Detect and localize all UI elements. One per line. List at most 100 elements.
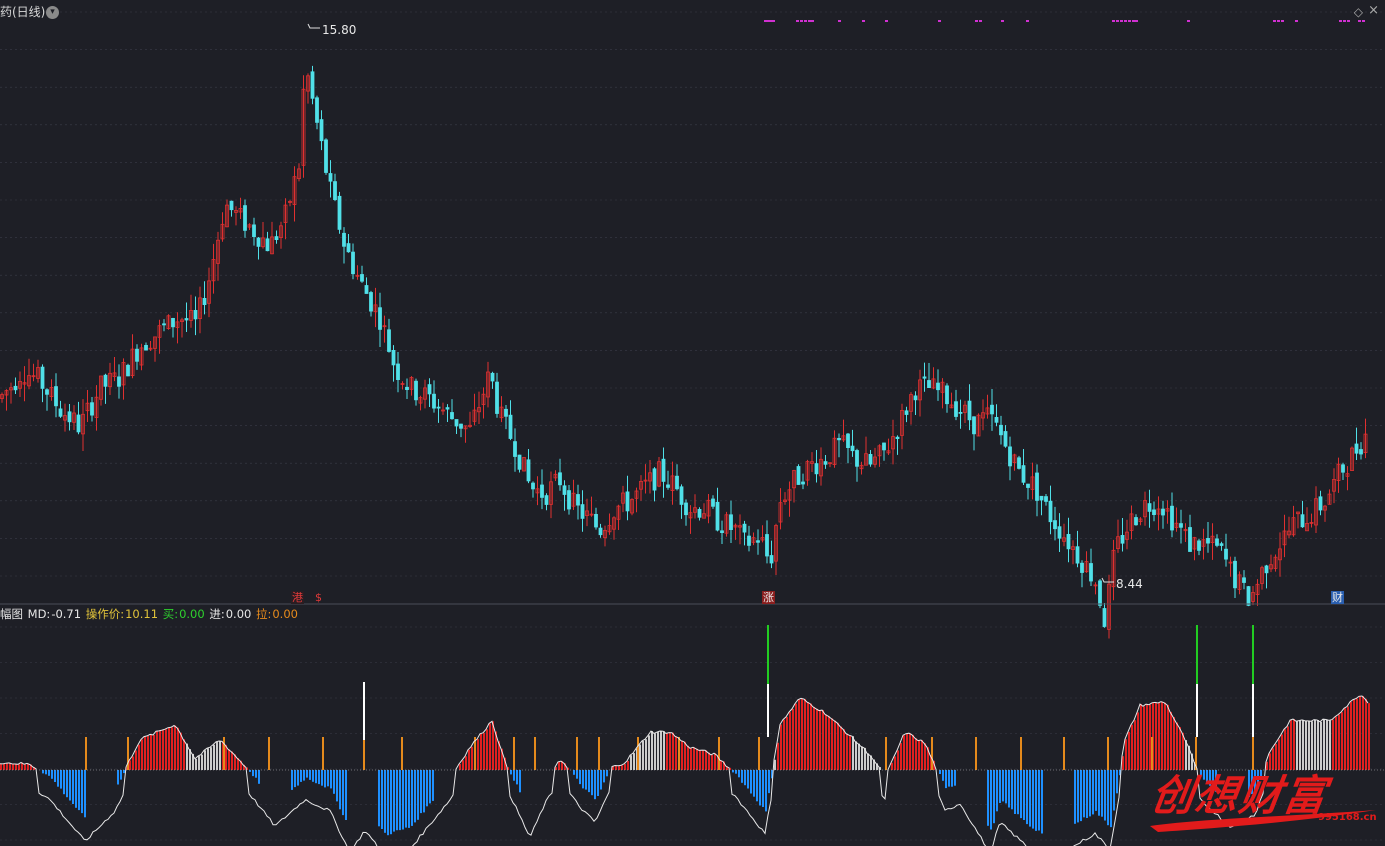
candle-body: [315, 97, 319, 123]
histogram-bar: [699, 750, 701, 770]
histogram-bar: [177, 727, 179, 770]
candle-body: [850, 445, 855, 452]
histogram-bar: [75, 770, 77, 808]
candle-body: [369, 292, 373, 312]
candlestick-series[interactable]: [0, 65, 1368, 639]
candle-body: [193, 309, 198, 320]
histogram-bar: [1095, 770, 1097, 811]
histogram-bar: [606, 770, 608, 777]
histogram-bar: [1125, 739, 1127, 770]
candle-body: [490, 372, 495, 382]
histogram-bar: [600, 770, 602, 790]
stock-chart[interactable]: [0, 0, 1385, 846]
histogram-bar: [903, 735, 905, 770]
event-badge-cai[interactable]: 财: [1331, 591, 1344, 604]
histogram-bar: [24, 764, 26, 770]
histogram-bar: [198, 756, 200, 770]
chevron-down-icon[interactable]: ▾: [46, 6, 59, 19]
histogram-bar: [951, 770, 953, 787]
histogram-bar: [693, 747, 695, 770]
candle-body: [1215, 538, 1219, 546]
signal-mark: [796, 20, 799, 22]
candle-body: [504, 408, 508, 417]
signal-mark: [811, 20, 814, 22]
signal-marks: [764, 20, 1365, 22]
histogram-bar: [651, 731, 653, 770]
signal-mark: [1112, 20, 1115, 22]
histogram-bar: [411, 770, 413, 826]
histogram-bar: [12, 763, 14, 770]
diamond-icon[interactable]: ◇: [1354, 5, 1363, 19]
candle-body: [252, 224, 256, 237]
histogram-bar: [228, 749, 230, 770]
histogram-bar: [378, 770, 380, 827]
signal-mark: [975, 20, 978, 22]
event-badge-gang[interactable]: 港: [291, 591, 304, 604]
indicator-name[interactable]: 幅图: [0, 607, 23, 621]
histogram-bar: [393, 770, 395, 832]
histogram-bar: [1002, 770, 1004, 802]
candle-body: [495, 381, 499, 414]
histogram-bar: [513, 770, 515, 781]
histogram-bar: [144, 736, 146, 770]
histogram-bar: [663, 731, 665, 770]
histogram-bar: [1023, 770, 1025, 820]
histogram-bar: [687, 745, 689, 770]
histogram-bar: [585, 770, 587, 790]
price-label: 操作价:: [85, 607, 125, 621]
histogram-bar: [330, 770, 332, 789]
signal-mark: [804, 20, 807, 22]
candle-body: [661, 458, 666, 482]
histogram-bar: [138, 744, 140, 770]
histogram-bar: [753, 770, 755, 797]
histogram-bar: [294, 770, 296, 788]
histogram-bar: [573, 770, 575, 775]
candle-body: [1219, 543, 1224, 546]
histogram-bar: [1368, 703, 1370, 770]
histogram-bar: [1161, 701, 1163, 770]
histogram-bar: [465, 756, 467, 770]
event-badge-zhang[interactable]: 涨: [762, 591, 775, 604]
histogram-bar: [390, 770, 392, 835]
histogram-bar: [414, 770, 416, 823]
histogram-bar: [312, 770, 314, 782]
histogram-bar: [153, 734, 155, 770]
histogram-bar: [57, 770, 59, 787]
histogram-bar: [123, 770, 125, 774]
candle-body: [1161, 508, 1165, 516]
signal-mark: [1273, 20, 1276, 22]
signal-mark: [808, 20, 811, 22]
event-badge-dollar[interactable]: $: [314, 591, 323, 604]
histogram-bar: [642, 740, 644, 770]
indicator-header: 幅图 MD:-0.71 操作价:10.11 买:0.00 进:0.00 拉:0.…: [0, 607, 299, 621]
histogram-bar: [1101, 770, 1103, 817]
histogram-bar: [48, 770, 50, 776]
histogram-bar: [0, 763, 2, 770]
candle-body: [1134, 517, 1138, 526]
candle-body: [1008, 446, 1012, 467]
histogram-bar: [894, 756, 896, 770]
candle-body: [103, 374, 108, 387]
candle-body: [1318, 496, 1323, 511]
in-label: 进:: [209, 607, 225, 621]
candle-body: [936, 382, 940, 391]
candle-body: [351, 251, 355, 275]
candle-body: [256, 237, 261, 247]
histogram-bar: [786, 716, 788, 770]
histogram-bar: [996, 770, 998, 812]
signal-mark: [1116, 20, 1119, 22]
histogram-bar: [180, 732, 182, 770]
candle-body: [202, 297, 207, 305]
candle-body: [13, 385, 18, 391]
histogram-bar: [66, 770, 68, 798]
histogram-bar: [738, 770, 740, 778]
histogram-bar: [615, 765, 617, 770]
candle-body: [814, 463, 819, 475]
histogram-bar: [708, 752, 710, 770]
histogram-bar: [342, 770, 344, 816]
histogram-bar: [702, 750, 704, 770]
candle-body: [58, 408, 63, 417]
candle-body: [1048, 500, 1053, 523]
histogram-bar: [711, 754, 713, 770]
close-icon[interactable]: ×: [1368, 4, 1379, 18]
